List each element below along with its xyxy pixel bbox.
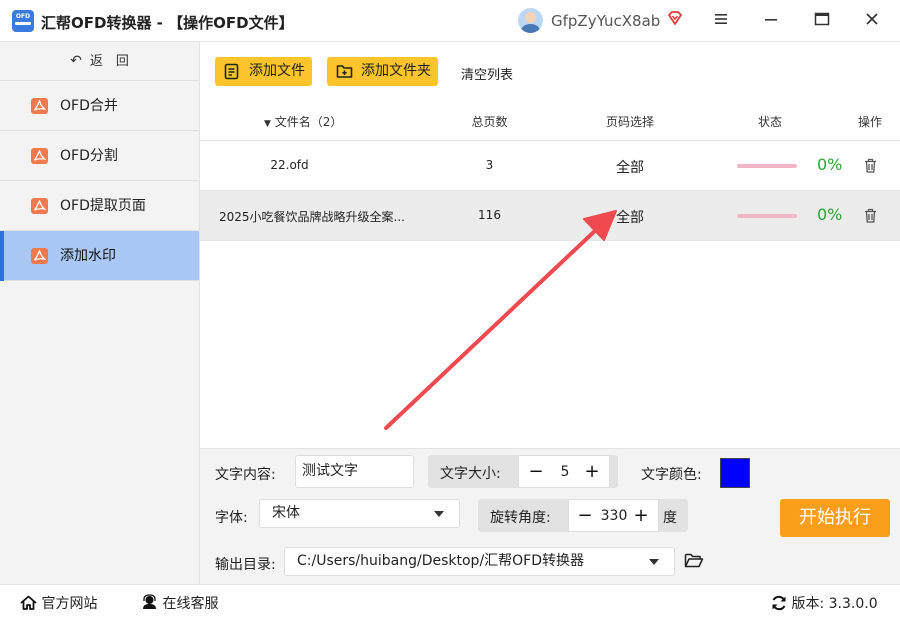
back-label: 返 回	[89, 54, 129, 69]
increase-rotation-button[interactable]: +	[632, 505, 650, 526]
sort-down-icon: ▼	[264, 119, 271, 129]
delete-icon[interactable]	[864, 208, 877, 223]
column-header-filename-label: 文件名（2）	[274, 115, 343, 129]
chevron-down-icon	[434, 511, 444, 517]
column-header-pages: 总页数	[471, 115, 508, 129]
file-table-header: ▼ 文件名（2） 总页数 页码选择 状态 操作	[200, 100, 900, 141]
progress-bar	[737, 214, 797, 218]
sidebar-item-label: 添加水印	[60, 248, 116, 264]
vip-diamond-icon[interactable]	[667, 10, 683, 26]
home-icon	[20, 595, 37, 610]
open-folder-icon[interactable]	[684, 552, 704, 569]
avatar[interactable]	[518, 8, 543, 33]
add-file-label: 添加文件	[249, 63, 305, 79]
text-content-label: 文字内容:	[215, 467, 276, 483]
pdf-icon	[31, 198, 48, 214]
clear-list-button[interactable]: 清空列表	[461, 64, 513, 83]
progress-percent: 0%	[817, 155, 843, 174]
output-dir-label: 输出目录:	[215, 557, 276, 573]
app-logo-icon: OFD	[12, 10, 34, 32]
window-title: 汇帮OFD转换器 - 【操作OFD文件】	[41, 14, 294, 32]
page-count: 116	[478, 208, 501, 222]
page-range-select[interactable]: 全部	[590, 207, 670, 227]
back-arrow-icon: ↶	[70, 53, 82, 69]
sidebar: ↶ 返 回 OFD合并 OFD分割 OFD提取页面 添加水印	[0, 42, 200, 584]
maximize-icon[interactable]	[813, 10, 831, 28]
pdf-icon	[31, 148, 48, 164]
decrease-font-size-button[interactable]: −	[527, 461, 545, 482]
app-logo-text: OFD	[15, 13, 31, 20]
font-color-label: 文字颜色:	[641, 467, 702, 483]
pdf-icon	[31, 98, 48, 114]
version-label: 版本:	[791, 596, 825, 612]
online-support-label: 在线客服	[162, 596, 219, 612]
online-support-link[interactable]: 在线客服	[141, 593, 218, 613]
rotation-label: 旋转角度:	[490, 510, 551, 526]
column-header-range: 页码选择	[605, 115, 654, 129]
minimize-icon[interactable]	[762, 10, 780, 28]
file-name: 2025小吃餐饮品牌战略升级全案...	[219, 210, 405, 224]
column-header-status: 状态	[757, 115, 782, 129]
font-size-label: 文字大小:	[440, 466, 501, 482]
back-button[interactable]: ↶ 返 回	[0, 42, 199, 81]
table-row[interactable]: 22.ofd 3 全部 0%	[200, 141, 900, 191]
rotation-group: 旋转角度: − 330 + 度	[478, 499, 688, 532]
add-folder-icon	[336, 65, 353, 78]
delete-icon[interactable]	[864, 158, 877, 173]
rotation-value[interactable]: 330	[594, 508, 634, 524]
watermark-settings-panel: 文字内容: 测试文字 文字大小: − 5 + 文字颜色: 字体: 宋体 旋转角度…	[200, 448, 900, 584]
font-size-stepper[interactable]: − 5 +	[518, 455, 610, 488]
official-website-label: 官方网站	[41, 596, 98, 612]
sidebar-item-watermark[interactable]: 添加水印	[0, 231, 199, 281]
output-dir-select[interactable]: C:/Users/huibang/Desktop/汇帮OFD转换器	[284, 547, 675, 576]
font-size-group: 文字大小: − 5 +	[428, 455, 618, 488]
font-size-value[interactable]: 5	[545, 464, 585, 480]
version-info[interactable]: 版本: 3.3.0.0	[771, 593, 878, 613]
toolbar: 添加文件 添加文件夹 清空列表	[200, 42, 900, 100]
username[interactable]: GfpZyYucX8ab	[551, 12, 660, 30]
add-folder-button[interactable]: 添加文件夹	[327, 57, 438, 86]
rotation-stepper[interactable]: − 330 +	[568, 499, 659, 532]
add-folder-label: 添加文件夹	[361, 63, 431, 79]
start-button[interactable]: 开始执行	[780, 499, 890, 537]
refresh-icon	[772, 595, 786, 611]
progress-bar	[737, 164, 797, 168]
column-header-filename[interactable]: ▼ 文件名（2）	[264, 113, 342, 130]
add-file-icon	[224, 63, 239, 80]
official-website-link[interactable]: 官方网站	[20, 593, 97, 613]
pdf-icon	[31, 248, 48, 264]
text-content-input[interactable]: 测试文字	[295, 455, 414, 488]
sidebar-item-extract-pages[interactable]: OFD提取页面	[0, 181, 199, 231]
decrease-rotation-button[interactable]: −	[576, 505, 594, 526]
output-dir-value: C:/Users/huibang/Desktop/汇帮OFD转换器	[297, 553, 585, 569]
sidebar-item-label: OFD合并	[60, 98, 118, 114]
close-icon[interactable]	[863, 10, 881, 28]
progress-percent: 0%	[817, 205, 843, 224]
rotation-unit: 度	[663, 510, 677, 526]
add-file-button[interactable]: 添加文件	[215, 57, 312, 86]
menu-icon[interactable]	[712, 10, 730, 28]
font-select[interactable]: 宋体	[259, 499, 460, 528]
font-select-value: 宋体	[272, 505, 300, 521]
version-value: 3.3.0.0	[828, 596, 878, 612]
support-headset-icon	[143, 594, 156, 609]
page-count: 3	[485, 158, 494, 172]
sidebar-item-split[interactable]: OFD分割	[0, 131, 199, 181]
font-color-picker[interactable]	[720, 458, 750, 488]
sidebar-item-label: OFD分割	[60, 148, 118, 164]
sidebar-item-label: OFD提取页面	[60, 198, 146, 214]
title-bar: OFD 汇帮OFD转换器 - 【操作OFD文件】 GfpZyYucX8ab	[0, 0, 900, 42]
file-name: 22.ofd	[270, 158, 309, 172]
font-label: 字体:	[215, 510, 248, 526]
increase-font-size-button[interactable]: +	[583, 461, 601, 482]
page-range-select[interactable]: 全部	[590, 157, 670, 177]
sidebar-item-merge[interactable]: OFD合并	[0, 81, 199, 131]
chevron-down-icon	[649, 559, 659, 565]
status-bar: 官方网站 在线客服 版本: 3.3.0.0	[0, 584, 900, 617]
table-row[interactable]: 2025小吃餐饮品牌战略升级全案... 116 全部 0%	[200, 191, 900, 241]
column-header-action: 操作	[857, 115, 882, 129]
